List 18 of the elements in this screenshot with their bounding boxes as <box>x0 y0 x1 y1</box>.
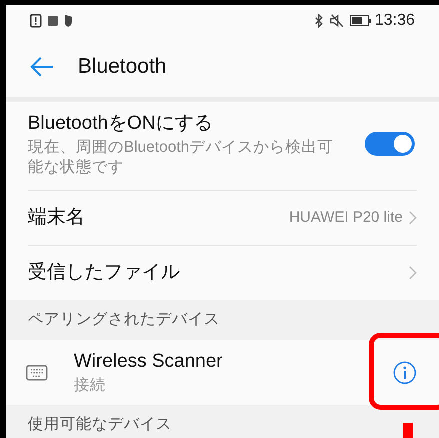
section-header: 使用可能なデバイス <box>28 415 172 436</box>
chevron-icon <box>409 266 417 280</box>
bluetooth-icon <box>314 14 324 28</box>
device-status: 接続 <box>74 376 107 396</box>
back-arrow-icon[interactable] <box>30 57 54 77</box>
info-icon[interactable] <box>393 360 417 384</box>
device-name[interactable]: Wireless Scanner <box>74 348 393 374</box>
mute-icon <box>330 14 344 28</box>
bluetooth-toggle[interactable] <box>365 132 415 156</box>
battery-icon <box>350 15 372 27</box>
toggle-description: 現在、周囲のBluetoothデバイスから検出可能な状態です <box>28 138 334 178</box>
chevron-icon <box>409 211 417 225</box>
toggle-title: BluetoothをONにする <box>28 112 214 136</box>
keyboard-icon <box>26 364 48 380</box>
section-header: ペアリングされたデバイス <box>28 310 220 330</box>
page-title: Bluetooth <box>78 54 167 80</box>
status-time: 13:36 <box>374 11 415 31</box>
settings-row[interactable]: 端末名 HUAWEI P20 lite <box>28 190 417 245</box>
